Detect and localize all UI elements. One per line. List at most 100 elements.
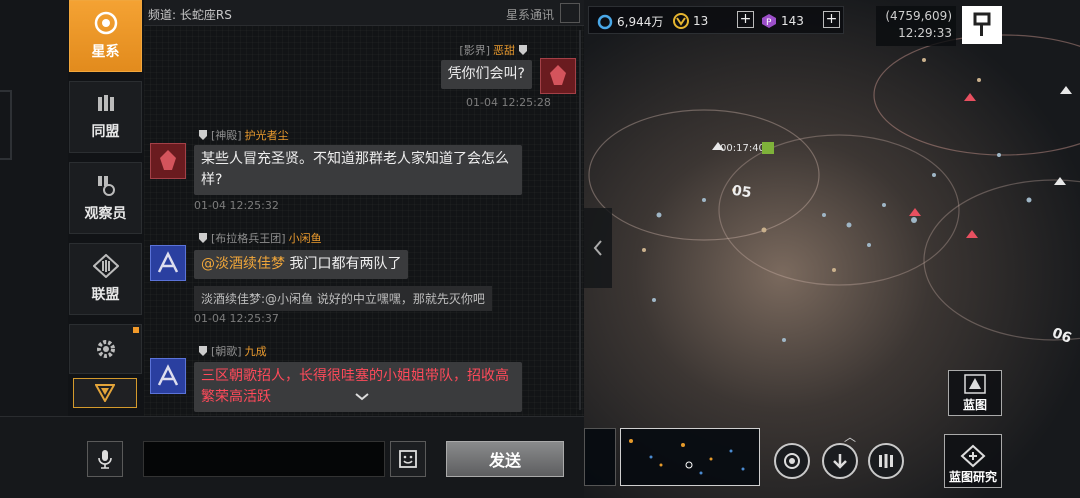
message-line: 样? [201,172,223,188]
download-button[interactable] [822,443,858,479]
send-button[interactable]: 发送 [446,441,564,477]
nickname[interactable]: 护光者尘 [245,127,289,143]
msg-meta: [影界] 恶甜 [459,42,528,58]
resource-bar: 6,944万 13 + P 143 + [588,6,844,34]
message-time: 01-04 12:25:32 [194,199,279,212]
scroll-down-chevron-icon[interactable] [354,392,370,402]
research-icon [960,444,986,468]
rank-shield-icon [199,130,207,140]
message-time: 01-04 12:25:37 [194,312,279,325]
message-bubble: 三区朝歌招人，长得很哇塞的小姐姐带队，招收高 繁荣高活跃 [194,362,522,412]
notification-dot [133,327,139,333]
arrow-down-icon [833,454,847,469]
guild-tag: [神殿] [211,129,242,142]
channel-label: 频道: 长蛇座RS [148,8,232,22]
fleet-button[interactable] [868,443,904,479]
map-marker-button[interactable] [962,6,1002,44]
edge-bracket [0,90,12,160]
collapse-tabs-button[interactable] [73,378,137,408]
msg-meta: [朝歌] 九成 [198,343,267,359]
marker-flag-icon [973,12,991,36]
rank-shield-icon [199,233,207,243]
add-crystal-button[interactable]: + [823,11,840,28]
emoji-button[interactable] [390,441,426,477]
tab-galaxy[interactable]: 星系 [69,0,142,72]
spiral-icon [784,453,800,469]
comms-expand-icon[interactable] [560,3,580,23]
map-tag-icon [762,142,774,154]
tab-observer[interactable]: 观察员 [69,162,142,234]
galaxy-view-button[interactable] [774,443,810,479]
tab-league-label: 联盟 [91,287,120,303]
sector-label: 05 [730,182,753,202]
message-bubble: 某些人冒充圣贤。不知道那群老人家知道了会怎么 样? [194,145,522,195]
rank-shield-icon [519,45,527,55]
tab-league[interactable]: 联盟 [69,243,142,315]
tab-alliance[interactable]: 同盟 [69,81,142,153]
credits-icon [597,14,613,29]
message-line: 三区朝歌招人，长得很哇塞的小姐姐带队，招收高 [201,368,509,384]
crystal-icon: P [762,14,776,28]
chat-input-bar: 发送 [0,416,584,498]
nickname[interactable]: 小闲鱼 [289,230,322,246]
settings-icon [96,340,115,358]
faction-emblem-icon [160,150,176,170]
blueprint-button[interactable]: 蓝图 [948,370,1002,416]
crystal-resource: P 143 [761,13,804,29]
galaxy-comms-label: 星系通讯 [505,8,554,22]
guild-tag: [影界] [459,44,490,57]
collapse-chat-handle[interactable] [584,208,612,288]
nickname[interactable]: 恶甜 [493,42,515,58]
coordinates: (4759,609) [885,9,952,23]
avatar[interactable] [540,58,576,94]
voice-button[interactable] [87,441,123,477]
msg-meta: [布拉格兵王团] 小闲鱼 [198,230,322,246]
message-bubble: @淡酒续佳梦 我门口都有两队了 [194,250,409,279]
star-map[interactable]: 6,944万 13 + P 143 + (4759,609) 12:29:33 … [584,0,1080,498]
credits-value: 6,944万 [617,15,664,29]
microphone-icon [98,450,112,469]
message-text: 我门口都有两队了 [285,256,402,272]
message-time: 01-04 12:25:28 [466,96,551,109]
chat-panel: 频道: 长蛇座RS 星系通讯 [影界] 恶甜 凭你们会叫? 01-04 12:2… [144,0,584,416]
blueprint-label: 蓝图 [962,398,987,412]
guild-tag: [布拉格兵王团] [211,232,286,245]
chevron-up-icon[interactable]: ︿ [844,428,856,445]
tab-observer-label: 观察员 [84,206,127,222]
gold-value: 13 [693,14,709,28]
message-line: 某些人冒充圣贤。不知道那群老人家知道了会怎么 [201,151,509,167]
mention[interactable]: @淡酒续佳梦 [201,256,285,272]
chevron-left-icon [593,240,602,256]
blueprint-research-label: 蓝图研究 [948,470,997,484]
clock: 12:29:33 [898,26,952,40]
nickname[interactable]: 九成 [245,343,267,359]
add-gold-button[interactable]: + [737,11,754,28]
avatar[interactable] [150,245,186,281]
chat-header: 频道: 长蛇座RS 星系通讯 [144,0,584,26]
avatar[interactable] [150,143,186,179]
faction-emblem-icon [157,364,179,386]
avatar[interactable] [150,358,186,394]
coordinate-readout: (4759,609) 12:29:33 [876,6,956,46]
gold-resource: 13 [673,13,708,29]
blueprint-icon [964,374,986,394]
fleet-icon [879,454,893,468]
triangle-down-icon [95,384,115,402]
minimap-dots [629,439,745,475]
faction-emblem-icon [550,65,566,85]
map-background [588,34,1080,342]
gold-icon [673,13,689,29]
minimap[interactable] [620,428,760,486]
message-input[interactable] [143,441,385,477]
chat-scrollbar[interactable] [579,30,581,410]
quoted-message: 淡酒续佳梦:@小闲鱼 说好的中立嘿嘿，那就先灭你吧 [194,286,492,311]
minimap-side [584,428,616,486]
tab-settings[interactable] [69,324,142,374]
tab-galaxy-label: 星系 [91,44,120,60]
blueprint-research-button[interactable]: 蓝图研究 [944,434,1002,488]
svg-text:P: P [766,18,772,28]
observer-icon [97,176,115,196]
fleet-timer[interactable]: 00:17:40 [720,143,765,154]
guild-tag: [朝歌] [211,345,242,358]
alliance-icon [97,95,114,111]
